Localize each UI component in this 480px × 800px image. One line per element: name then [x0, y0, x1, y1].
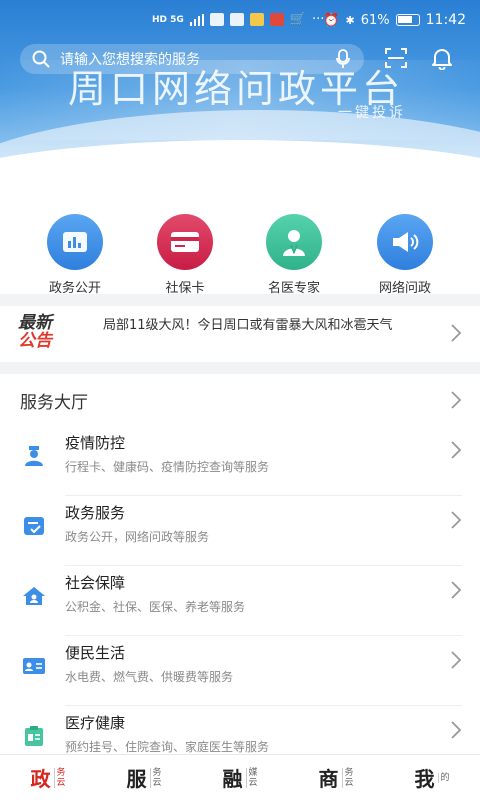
notice-text[interactable]: 局部11级大风！今日周口或有雷暴大风和冰雹天气 — [103, 316, 433, 336]
service-desc: 政务公开，网络问政等服务 — [65, 530, 210, 544]
megaphone-icon — [377, 214, 433, 270]
scan-icon[interactable] — [384, 46, 408, 70]
status-left: HD 5G 🛒 ··· — [152, 12, 324, 27]
chevron-right-icon[interactable] — [450, 390, 462, 410]
nav-tab-small: 媒云 — [245, 767, 258, 788]
pagination-dot-active — [237, 172, 253, 175]
chevron-right-icon[interactable] — [450, 650, 462, 670]
medical-record-icon — [22, 724, 46, 748]
alarm-icon: ⏰ — [323, 12, 340, 28]
app-notification-icon — [269, 13, 284, 26]
service-title: 医疗健康 — [65, 714, 126, 732]
bottom-nav: 政 务云 服 务云 融 媒云 商 务云 我 的 — [0, 754, 480, 800]
network-indicator: HD 5G — [152, 14, 184, 25]
quick-item-online-inquiry[interactable]: 网络问政 — [355, 214, 455, 296]
banner-pagination — [226, 172, 253, 175]
service-desc: 行程卡、健康码、疫情防控查询等服务 — [65, 460, 270, 474]
card-icon — [157, 214, 213, 270]
quick-item-doctors[interactable]: 名医专家 — [244, 214, 344, 296]
notice-logo: 最新 公告 — [18, 314, 52, 350]
nav-tab-small: 务云 — [149, 767, 162, 788]
status-right: ⏰ ✱ 61% 11:42 — [323, 12, 466, 28]
service-item-gov[interactable]: 政务服务 政务公开，网络问政等服务 — [0, 496, 480, 566]
nav-tab-big: 融 — [222, 767, 243, 791]
quick-item-label: 社保卡 — [165, 281, 205, 296]
service-item-social-security[interactable]: 社会保障 公积金、社保、医保、养老等服务 — [0, 566, 480, 636]
quick-item-gov-affairs[interactable]: 政务公开 — [25, 214, 125, 296]
quick-item-label: 政务公开 — [48, 281, 101, 296]
section-title: 服务大厅 — [20, 393, 88, 413]
service-hall: 服务大厅 疫情防控 行程卡、健康码、疫情防控查询等服务 政务服务 政务公开，网络… — [0, 374, 480, 754]
search-input[interactable]: 请输入您想搜索的服务 — [60, 49, 200, 69]
bluetooth-icon: ✱ — [345, 13, 355, 27]
notification-bell-icon[interactable] — [430, 46, 454, 70]
nav-tab-small: 务云 — [53, 767, 66, 788]
service-title: 疫情防控 — [65, 434, 126, 452]
notice-logo-line2: 公告 — [18, 331, 52, 351]
nav-tab-service-cloud[interactable]: 服 务云 — [96, 763, 192, 792]
chevron-right-icon[interactable] — [450, 510, 462, 530]
quick-access: 政务公开 社保卡 名医专家 网络问政 — [0, 196, 480, 296]
banner-wave-front — [0, 140, 480, 196]
service-desc: 水电费、燃气费、供暖费等服务 — [65, 670, 234, 684]
doctor-icon — [266, 214, 322, 270]
nav-tab-small: 的 — [437, 772, 450, 783]
nav-tab-media-cloud[interactable]: 融 媒云 — [192, 763, 288, 792]
nav-tab-business-cloud[interactable]: 商 务云 — [288, 763, 384, 792]
service-title: 便民生活 — [65, 644, 126, 662]
service-item-daily-life[interactable]: 便民生活 水电费、燃气费、供暖费等服务 — [0, 636, 480, 706]
signal-icon — [189, 13, 204, 26]
notice-logo-line1: 最新 — [18, 313, 52, 333]
chevron-right-icon[interactable] — [450, 580, 462, 600]
cart-icon: 🛒 — [289, 12, 306, 27]
service-desc: 公积金、社保、医保、养老等服务 — [65, 600, 246, 614]
app-notification-icon — [229, 13, 244, 26]
search-bar[interactable]: 请输入您想搜索的服务 — [20, 44, 364, 74]
nav-tab-big: 商 — [318, 767, 339, 791]
nav-tab-big: 我 — [414, 767, 435, 791]
pagination-dot — [226, 172, 232, 175]
battery-icon — [395, 14, 420, 26]
service-desc: 预约挂号、住院查询、家庭医生等服务 — [65, 740, 270, 754]
search-app-icon — [209, 13, 224, 26]
quick-item-social-card[interactable]: 社保卡 — [135, 214, 235, 296]
service-title: 政务服务 — [65, 504, 126, 522]
microphone-icon[interactable] — [336, 49, 350, 69]
nav-tab-big: 服 — [126, 767, 147, 791]
nav-tab-gov-cloud[interactable]: 政 务云 — [0, 763, 96, 792]
service-title: 社会保障 — [65, 574, 126, 592]
nav-tab-big: 政 — [30, 767, 51, 791]
service-item-epidemic[interactable]: 疫情防控 行程卡、健康码、疫情防控查询等服务 — [0, 426, 480, 496]
status-bar: HD 5G 🛒 ··· ⏰ ✱ 61% 11:42 — [0, 0, 480, 40]
document-check-icon — [22, 514, 46, 538]
clock: 11:42 — [425, 12, 466, 28]
search-icon — [32, 50, 50, 68]
quick-item-label: 名医专家 — [267, 281, 320, 296]
chart-icon — [47, 214, 103, 270]
house-person-icon — [22, 584, 46, 608]
health-worker-icon — [22, 444, 46, 468]
chevron-right-icon[interactable] — [450, 440, 462, 460]
nav-tab-mine[interactable]: 我 的 — [384, 763, 480, 792]
app-notification-icon — [249, 13, 264, 26]
battery-percent: 61% — [360, 12, 390, 28]
quick-item-label: 网络问政 — [378, 281, 431, 296]
latest-notice[interactable]: 最新 公告 局部11级大风！今日周口或有雷暴大风和冰雹天气 — [0, 306, 480, 362]
banner-subtitle: 一键投诉 — [338, 105, 406, 121]
chevron-right-icon[interactable] — [450, 720, 462, 740]
id-card-icon — [22, 654, 46, 678]
nav-tab-small: 务云 — [341, 767, 354, 788]
chevron-right-icon[interactable] — [450, 323, 462, 343]
